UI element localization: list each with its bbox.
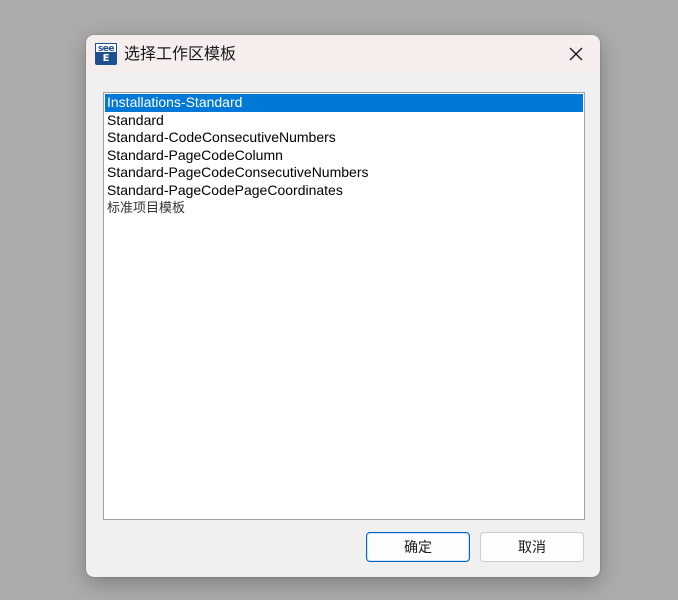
app-icon-top-text: see: [95, 43, 117, 54]
select-workspace-template-dialog: see E 选择工作区模板 Installations-Standard Sta…: [86, 35, 600, 577]
see-e-app-icon: see E: [95, 43, 117, 65]
title-bar[interactable]: see E 选择工作区模板: [86, 35, 600, 73]
close-icon: [569, 47, 583, 61]
cancel-button[interactable]: 取消: [480, 532, 584, 562]
template-list-item[interactable]: Standard-CodeConsecutiveNumbers: [105, 129, 583, 147]
ok-button[interactable]: 确定: [366, 532, 470, 562]
template-list-item[interactable]: Installations-Standard: [105, 94, 583, 112]
template-list-item[interactable]: 标准项目模板: [105, 200, 583, 218]
template-list[interactable]: Installations-Standard Standard Standard…: [103, 92, 585, 520]
template-list-item[interactable]: Standard: [105, 112, 583, 130]
template-list-item[interactable]: Standard-PageCodePageCoordinates: [105, 182, 583, 200]
close-button[interactable]: [560, 39, 592, 69]
template-list-item[interactable]: Standard-PageCodeColumn: [105, 147, 583, 165]
template-list-item[interactable]: Standard-PageCodeConsecutiveNumbers: [105, 164, 583, 182]
dialog-title: 选择工作区模板: [124, 44, 237, 63]
app-icon-bottom-text: E: [102, 53, 110, 64]
